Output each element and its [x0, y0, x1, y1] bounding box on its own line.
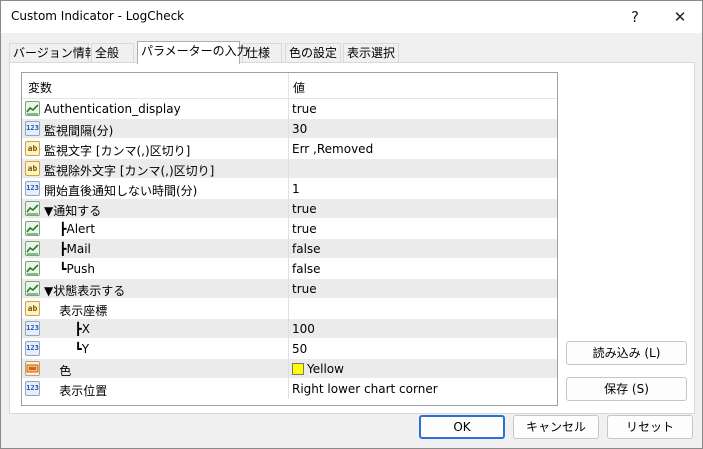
- parameters-page: 変数 値 Authentication_display true 123 監視間隔(分…: [9, 62, 695, 414]
- parameter-name: ┗Y: [44, 342, 90, 356]
- parameter-value[interactable]: 50: [292, 342, 307, 356]
- parameter-name: 開始直後通知しない時間(分): [44, 184, 198, 198]
- parameter-name: ▼通知する: [44, 204, 102, 218]
- parameter-name: ┗Push: [44, 262, 95, 276]
- parameter-value[interactable]: 1: [292, 182, 300, 196]
- number-icon: 123: [25, 341, 40, 356]
- parameter-name: 監視文字 [カンマ(,)区切り]: [44, 144, 191, 158]
- bool-icon: [25, 241, 40, 256]
- grid-header: 変数 値: [22, 73, 557, 99]
- color-icon: [25, 361, 40, 376]
- tab-version-info[interactable]: バージョン情報: [9, 43, 97, 63]
- parameter-row[interactable]: ┣Alert true: [22, 219, 557, 239]
- parameter-value[interactable]: Right lower chart corner: [292, 382, 438, 396]
- parameter-name: ┣Mail: [44, 242, 91, 256]
- parameter-name: ▼状態表示する: [44, 284, 126, 298]
- tab-strip: バージョン情報 全般 パラメーターの入力 仕様 色の設定 表示選択: [9, 41, 695, 64]
- tab-general[interactable]: 全般: [91, 43, 134, 63]
- parameter-name: 表示位置: [44, 384, 108, 398]
- parameter-row[interactable]: ab 監視文字 [カンマ(,)区切り] Err ,Removed: [22, 139, 557, 159]
- ok-button[interactable]: OK: [419, 415, 505, 439]
- bool-icon: [25, 201, 40, 216]
- parameter-row[interactable]: ab 表示座標: [22, 299, 557, 319]
- parameter-name: ┣Alert: [44, 222, 96, 236]
- reset-button[interactable]: リセット: [607, 415, 693, 439]
- number-icon: 123: [25, 121, 40, 136]
- parameter-value[interactable]: Err ,Removed: [292, 142, 373, 156]
- parameter-row[interactable]: 123 表示位置 Right lower chart corner: [22, 379, 557, 399]
- parameter-name: Authentication_display: [44, 102, 181, 116]
- parameter-name: 監視間隔(分): [44, 124, 114, 138]
- parameter-name: 色: [44, 364, 72, 378]
- number-icon: 123: [25, 321, 40, 336]
- parameter-row[interactable]: 123 ┣X 100: [22, 319, 557, 339]
- dialog-window: Custom Indicator - LogCheck ? ✕ バージョン情報 …: [0, 0, 703, 449]
- parameter-value[interactable]: Yellow: [292, 362, 344, 376]
- close-button[interactable]: ✕: [658, 1, 702, 33]
- parameter-value[interactable]: true: [292, 202, 317, 216]
- tab-visualization[interactable]: 表示選択: [343, 43, 399, 63]
- column-header-variable[interactable]: 変数: [28, 79, 52, 96]
- column-header-value[interactable]: 値: [293, 79, 305, 96]
- parameter-value[interactable]: true: [292, 222, 317, 236]
- bool-icon: [25, 281, 40, 296]
- tab-colors[interactable]: 色の設定: [285, 43, 341, 63]
- parameter-name: 表示座標: [44, 304, 108, 318]
- parameter-value[interactable]: false: [292, 262, 321, 276]
- string-icon: ab: [25, 141, 40, 156]
- parameter-row[interactable]: Authentication_display true: [22, 99, 557, 119]
- color-name: Yellow: [307, 362, 344, 376]
- number-icon: 123: [25, 181, 40, 196]
- parameter-value[interactable]: true: [292, 102, 317, 116]
- parameter-name: ┣X: [44, 322, 90, 336]
- parameter-row[interactable]: 123 監視間隔(分) 30: [22, 119, 557, 139]
- parameter-value[interactable]: false: [292, 242, 321, 256]
- parameter-value[interactable]: 30: [292, 122, 307, 136]
- parameter-row[interactable]: ▼状態表示する true: [22, 279, 557, 299]
- parameter-row[interactable]: 123 ┗Y 50: [22, 339, 557, 359]
- parameter-row[interactable]: ┣Mail false: [22, 239, 557, 259]
- save-button[interactable]: 保存 (S): [566, 377, 687, 401]
- cancel-button[interactable]: キャンセル: [513, 415, 599, 439]
- parameter-value[interactable]: 100: [292, 322, 315, 336]
- window-title: Custom Indicator - LogCheck: [11, 9, 185, 23]
- parameter-value[interactable]: true: [292, 282, 317, 296]
- parameter-row[interactable]: 色 Yellow: [22, 359, 557, 379]
- bool-icon: [25, 261, 40, 276]
- parameter-row[interactable]: ┗Push false: [22, 259, 557, 279]
- string-icon: ab: [25, 301, 40, 316]
- bool-icon: [25, 101, 40, 116]
- parameters-grid: 変数 値 Authentication_display true 123 監視間隔(分…: [21, 72, 558, 406]
- bool-icon: [25, 221, 40, 236]
- number-icon: 123: [25, 381, 40, 396]
- color-swatch: [292, 363, 304, 375]
- parameter-row[interactable]: 123 開始直後通知しない時間(分) 1: [22, 179, 557, 199]
- load-button[interactable]: 読み込み (L): [566, 341, 687, 365]
- parameter-name: 監視除外文字 [カンマ(,)区切り]: [44, 164, 215, 178]
- tab-parameters[interactable]: パラメーターの入力: [137, 41, 249, 64]
- parameter-row[interactable]: ▼通知する true: [22, 199, 557, 219]
- help-button[interactable]: ?: [613, 1, 657, 33]
- string-icon: ab: [25, 161, 40, 176]
- parameter-row[interactable]: ab 監視除外文字 [カンマ(,)区切り]: [22, 159, 557, 179]
- title-bar: Custom Indicator - LogCheck ? ✕: [1, 1, 702, 33]
